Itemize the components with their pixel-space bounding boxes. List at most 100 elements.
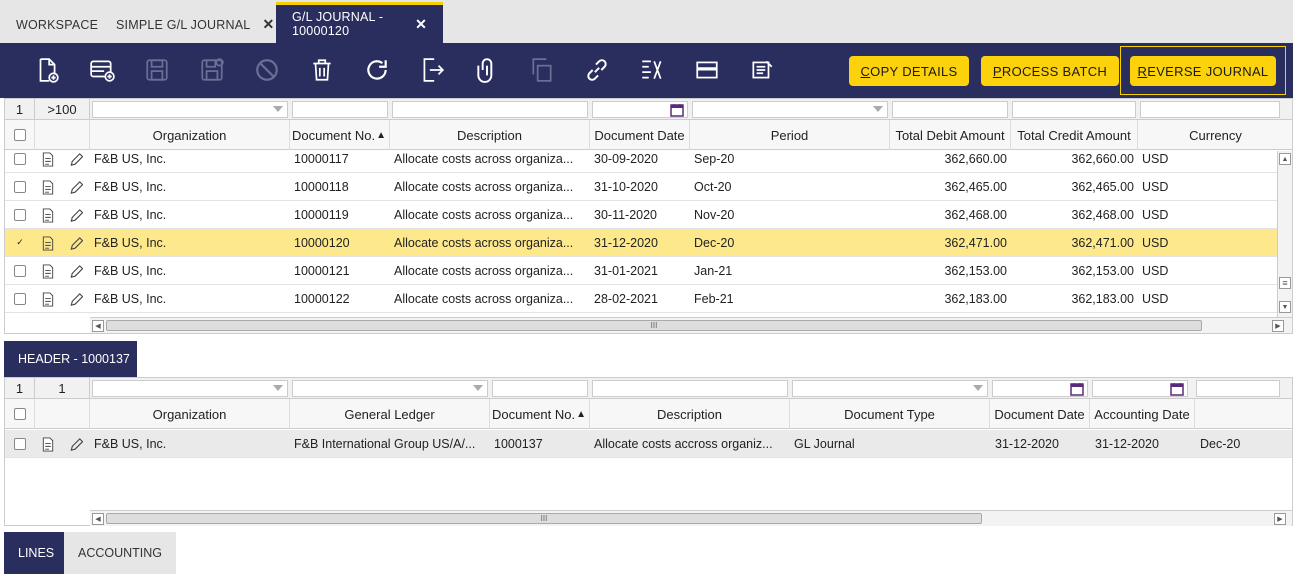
edit-icon[interactable] [69,180,83,195]
link-icon[interactable] [583,56,611,84]
col-document-no[interactable]: Document No. ▲ [290,120,390,150]
copy-record-icon[interactable] [528,56,556,84]
col-period[interactable] [1195,399,1293,429]
copy-details-button[interactable]: C OPY DETAILS [849,56,969,86]
edit-icon[interactable] [69,437,83,452]
save-icon[interactable] [143,56,171,84]
close-icon[interactable]: ✕ [262,16,274,33]
col-currency[interactable]: Currency [1138,120,1293,150]
col-accounting-date[interactable]: Accounting Date [1090,399,1195,429]
scroll-thumb[interactable]: III [106,513,982,524]
document-icon[interactable] [41,180,55,195]
row-checkbox[interactable] [14,293,26,305]
filter-total-debit[interactable] [892,101,1008,118]
col-document-type[interactable]: Document Type [790,399,990,429]
table-row[interactable]: F&B US, Inc. 10000118 Allocate costs acros… [5,173,1277,201]
refresh-icon[interactable] [363,56,391,84]
document-icon[interactable] [41,292,55,307]
select-all-checkbox[interactable] [13,408,26,420]
scroll-left-button[interactable]: ◀ [92,320,104,332]
reverse-journal-button[interactable]: R EVERSE JOURNAL [1130,56,1276,86]
header-section-tab[interactable]: HEADER - 1000137 [4,341,137,377]
scroll-left-button[interactable]: ◀ [92,513,104,525]
tab-gl-journal[interactable]: G/L JOURNAL - 10000120 ✕ [276,2,443,43]
row-checkbox[interactable] [14,265,26,277]
tab-lines[interactable]: LINES [4,532,69,574]
attachment-icon[interactable] [473,56,501,84]
col-document-date[interactable]: Document Date [590,120,690,150]
col-general-ledger[interactable]: General Ledger [290,399,490,429]
scroll-thumb[interactable]: ≡ [1279,277,1291,289]
row-checkbox[interactable] [14,438,26,450]
scroll-right-button[interactable]: ▶ [1272,320,1284,332]
save-close-icon[interactable] [198,56,226,84]
filter-total-credit[interactable] [1012,101,1136,118]
filter-period[interactable] [1196,380,1280,397]
edit-icon[interactable] [69,208,83,223]
col-document-date[interactable]: Document Date [990,399,1090,429]
table-row[interactable]: F&B US, Inc. 10000122 Allocate costs acros… [5,285,1277,313]
new-row-icon[interactable] [88,56,116,84]
scroll-up-button[interactable]: ▲ [1279,153,1291,165]
filter-document-no[interactable] [292,101,388,118]
tree-icon[interactable] [638,56,666,84]
calendar-icon[interactable] [1170,382,1184,396]
horizontal-scrollbar[interactable]: ◀ III ▶ [90,510,1292,526]
grid-view-icon[interactable] [693,56,721,84]
audit-icon[interactable] [748,56,776,84]
new-document-icon[interactable] [33,56,61,84]
table-row[interactable]: F&B US, Inc. 10000117 Allocate costs acros… [5,151,1277,173]
col-description[interactable]: Description [590,399,790,429]
tab-simple-gl-journal[interactable]: SIMPLE G/L JOURNAL ✕ [100,6,290,43]
edit-icon[interactable] [69,292,83,307]
table-row[interactable]: F&B US, Inc. F&B International Group US/… [5,430,1292,458]
scroll-right-button[interactable]: ▶ [1274,513,1286,525]
row-checkbox[interactable] [14,209,26,221]
edit-icon[interactable] [69,236,83,251]
table-row[interactable]: F&B US, Inc. 10000121 Allocate costs acros… [5,257,1277,285]
cancel-icon[interactable] [253,56,281,84]
col-description[interactable]: Description [390,120,590,150]
filter-organization[interactable] [92,380,288,397]
select-all-checkbox[interactable] [13,129,26,141]
row-checkbox[interactable] [14,181,26,193]
vertical-scrollbar[interactable]: ▲ ≡ ▼ [1277,151,1292,317]
col-document-no[interactable]: Document No. ▲ [490,399,590,429]
row-checkbox[interactable] [14,153,26,165]
filter-description[interactable] [392,101,588,118]
document-icon[interactable] [41,208,55,223]
filter-organization[interactable] [92,101,288,118]
filter-accounting-date[interactable] [1092,380,1188,397]
table-row[interactable]: ✓ F&B US, Inc. 10000120 Allocate costs acro… [5,229,1277,257]
scroll-down-button[interactable]: ▼ [1279,301,1291,313]
document-icon[interactable] [41,264,55,279]
calendar-icon[interactable] [1070,382,1084,396]
filter-document-date[interactable] [992,380,1088,397]
delete-icon[interactable] [308,56,336,84]
col-organization[interactable]: Organization [90,120,290,150]
calendar-icon[interactable] [670,103,684,117]
col-organization[interactable]: Organization [90,399,290,429]
filter-period[interactable] [692,101,888,118]
col-total-credit[interactable]: Total Credit Amount [1011,120,1138,150]
horizontal-scrollbar[interactable]: ◀ III ▶ [90,317,1292,333]
row-checkbox[interactable]: ✓ [14,237,26,249]
edit-icon[interactable] [69,152,83,167]
filter-general-ledger[interactable] [292,380,488,397]
export-icon[interactable] [418,56,446,84]
col-total-debit[interactable]: Total Debit Amount [890,120,1011,150]
tab-workspace[interactable]: WORKSPACE [0,6,114,43]
scroll-thumb[interactable]: III [106,320,1202,331]
document-icon[interactable] [41,437,55,452]
close-icon[interactable]: ✕ [415,16,427,33]
col-period[interactable]: Period [690,120,890,150]
document-icon[interactable] [41,152,55,167]
tab-accounting[interactable]: ACCOUNTING [64,532,177,574]
filter-document-no[interactable] [492,380,588,397]
filter-document-date[interactable] [592,101,688,118]
filter-document-type[interactable] [792,380,988,397]
document-icon[interactable] [41,236,55,251]
filter-description[interactable] [592,380,788,397]
process-batch-button[interactable]: P ROCESS BATCH [981,56,1119,86]
filter-currency[interactable] [1140,101,1280,118]
